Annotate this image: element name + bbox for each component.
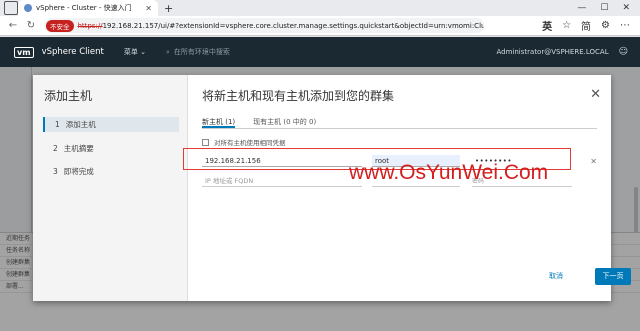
- step-number: 3: [53, 167, 58, 176]
- same-credentials-checkbox[interactable]: [202, 138, 209, 146]
- more-icon[interactable]: ⋯: [620, 20, 630, 31]
- wizard-step-1[interactable]: 1 添加主机: [43, 117, 179, 132]
- wizard-step-3[interactable]: 3 即将完成: [43, 164, 179, 179]
- maximize-icon[interactable]: ☐: [600, 3, 608, 13]
- step-number: 2: [53, 144, 58, 153]
- wizard-body: 将新主机和现有主机添加到您的群集 ✕ 新主机 (1) 现有主机 (0 中的 0)…: [189, 75, 631, 301]
- window-close-icon[interactable]: ✕: [622, 3, 630, 13]
- close-icon[interactable]: ✕: [590, 87, 601, 102]
- tab-new-hosts[interactable]: 新主机 (1): [202, 113, 236, 128]
- new-tab-icon[interactable]: +: [164, 2, 173, 15]
- vsphere-header: vm vSphere Client 菜单 ⌄ ⌕ 在所有环境中搜索 Admini…: [0, 37, 640, 67]
- watermark-text: www.OsYunWei.Com: [349, 161, 549, 184]
- back-icon[interactable]: ←: [8, 20, 18, 31]
- minimize-icon[interactable]: —: [577, 3, 586, 13]
- tab-close-icon[interactable]: ✕: [145, 4, 152, 13]
- new-host-address-field[interactable]: IP 地址或 FQDN: [202, 176, 362, 187]
- step-label: 主机摘要: [63, 144, 94, 153]
- window-controls: — ☐ ✕: [577, 3, 640, 13]
- menu-dropdown[interactable]: 菜单 ⌄: [124, 47, 146, 57]
- url-scheme: https://: [77, 21, 103, 30]
- wizard-nav-title: 添加主机: [44, 89, 93, 103]
- product-name: vSphere Client: [41, 47, 104, 57]
- cancel-button[interactable]: 取消: [549, 271, 563, 281]
- url-text: 192.168.21.157/ui/#?extensionId=vsphere.…: [102, 21, 484, 30]
- insecure-badge[interactable]: 不安全: [46, 19, 74, 32]
- user-menu[interactable]: Administrator@VSPHERE.LOCAL: [497, 48, 619, 56]
- global-search[interactable]: ⌕ 在所有环境中搜索: [166, 47, 230, 57]
- search-icon: ⌕: [165, 47, 170, 56]
- tab-existing-hosts[interactable]: 现有主机 (0 中的 0): [253, 113, 316, 128]
- settings-icon[interactable]: ⚙: [601, 20, 610, 31]
- feedback-icon[interactable]: ☺: [619, 47, 628, 57]
- url-input[interactable]: 不安全 https:// 192.168.21.157/ui/#?extensi…: [44, 18, 484, 33]
- menu-label: 菜单: [123, 48, 138, 56]
- vm-logo: vm: [14, 46, 34, 58]
- wizard-steps: 添加主机 1 添加主机 2 主机摘要 3 即将完成: [33, 75, 188, 301]
- ime-indicator[interactable]: 英: [542, 18, 552, 33]
- star-icon[interactable]: ☆: [562, 20, 571, 31]
- next-button[interactable]: 下一页: [595, 268, 631, 285]
- wizard-title: 将新主机和现有主机添加到您的群集: [202, 89, 395, 103]
- browser-tab-strip: vSphere - Cluster - 快速入门 ✕ + — ☐ ✕: [0, 0, 640, 16]
- wizard-step-2[interactable]: 2 主机摘要: [43, 141, 179, 156]
- browser-toolbar: 英 ☆ 简 ⚙ ⋯: [542, 18, 640, 33]
- search-placeholder: 在所有环境中搜索: [173, 48, 230, 56]
- step-label: 即将完成: [63, 167, 94, 176]
- vsphere-favicon-icon: [24, 4, 32, 12]
- step-label: 添加主机: [65, 120, 96, 129]
- step-number: 1: [55, 120, 60, 129]
- refresh-icon[interactable]: ↻: [26, 20, 36, 31]
- window-menu-icon[interactable]: [4, 1, 18, 15]
- same-credentials-row: 对所有主机使用相同凭据: [202, 137, 286, 147]
- same-credentials-label: 对所有主机使用相同凭据: [214, 139, 286, 147]
- add-host-wizard: 添加主机 1 添加主机 2 主机摘要 3 即将完成 将新主机和现有主机添加到您的…: [33, 75, 631, 301]
- address-bar: ← ↻ 不安全 https:// 192.168.21.157/ui/#?ext…: [0, 16, 640, 36]
- host-tabs: 新主机 (1) 现有主机 (0 中的 0): [202, 113, 597, 129]
- tab-title: vSphere - Cluster - 快速入门: [36, 4, 132, 12]
- remove-host-icon[interactable]: ✕: [590, 157, 597, 166]
- ime-mode[interactable]: 简: [581, 18, 591, 33]
- browser-tab[interactable]: vSphere - Cluster - 快速入门 ✕: [18, 0, 158, 16]
